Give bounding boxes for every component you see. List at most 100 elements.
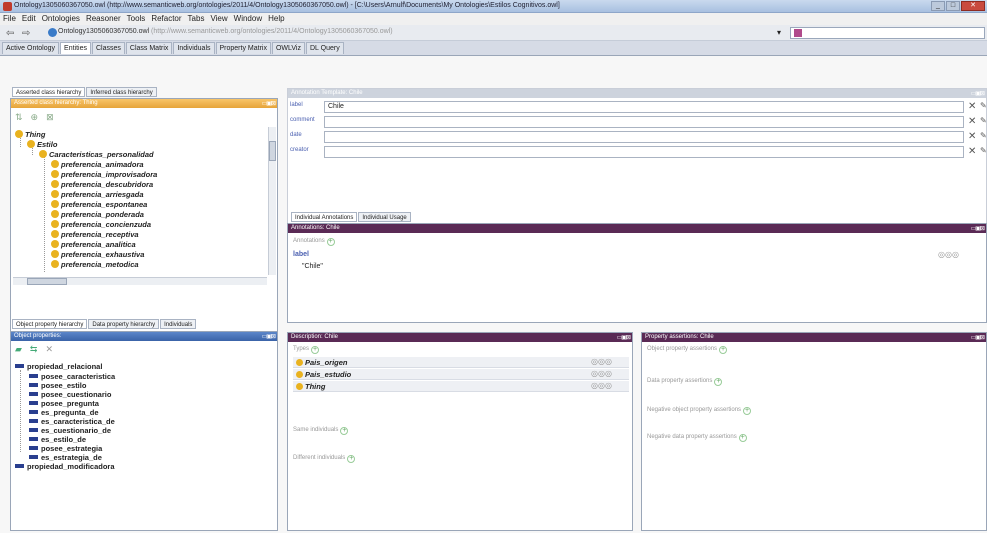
property-posee-estrategia[interactable]: posee_estrategia bbox=[29, 444, 102, 453]
tab-individual-annotations[interactable]: Individual Annotations bbox=[291, 212, 358, 222]
tab-classes[interactable]: Classes bbox=[92, 42, 125, 54]
property-posee-caracteristica[interactable]: posee_caracteristica bbox=[29, 372, 115, 381]
tab-object-property-hierarchy[interactable]: Object property hierarchy bbox=[12, 319, 88, 329]
scrollbar-thumb[interactable] bbox=[269, 141, 276, 161]
search-input[interactable] bbox=[790, 27, 985, 39]
add-sibling-property-icon[interactable]: ⇆ bbox=[30, 344, 38, 355]
tab-class-matrix[interactable]: Class Matrix bbox=[125, 42, 173, 54]
tab-individual-usage[interactable]: Individual Usage bbox=[358, 212, 411, 222]
add-data-assertion-icon[interactable]: + bbox=[714, 378, 723, 386]
class-preferencia-receptiva[interactable]: preferencia_receptiva bbox=[51, 230, 139, 239]
menu-edit[interactable]: Edit bbox=[22, 13, 36, 25]
tab-owlviz[interactable]: OWLViz bbox=[271, 42, 305, 54]
add-negative-data-assertion-icon[interactable]: + bbox=[738, 434, 747, 442]
scrollbar-thumb[interactable] bbox=[27, 278, 67, 285]
class-preferencia-analitica[interactable]: preferencia_analitica bbox=[51, 240, 136, 249]
panel-controls-icon[interactable]: ▭▣⊠ bbox=[617, 334, 631, 343]
panel-controls-icon[interactable]: ▭▣⊠ bbox=[971, 334, 985, 343]
annotation-creator-field[interactable] bbox=[324, 146, 964, 158]
menu-refactor[interactable]: Refactor bbox=[151, 13, 181, 25]
edit-annotation-icon[interactable]: ✎ bbox=[980, 116, 987, 125]
panel-controls-icon[interactable]: ▭▣⊠ bbox=[262, 333, 276, 342]
tab-inferred-class-hierarchy[interactable]: Inferred class hierarchy bbox=[86, 87, 157, 97]
property-propiedad-modificadora[interactable]: propiedad_modificadora bbox=[15, 462, 115, 471]
minimize-button[interactable]: _ bbox=[931, 1, 945, 11]
annotation-label-field[interactable]: Chile bbox=[324, 101, 964, 113]
menu-help[interactable]: Help bbox=[268, 13, 284, 25]
type-row[interactable]: Thing bbox=[293, 381, 629, 392]
edit-annotation-icon[interactable]: ✎ bbox=[980, 146, 987, 155]
forward-arrow-icon[interactable]: ⇨ bbox=[22, 28, 30, 39]
delete-annotation-icon[interactable]: ✕ bbox=[968, 116, 976, 127]
class-preferencia-concienzuda[interactable]: preferencia_concienzuda bbox=[51, 220, 151, 229]
type-row[interactable]: Pais_estudio bbox=[293, 369, 629, 380]
add-annotation-icon[interactable]: + bbox=[326, 238, 335, 246]
delete-annotation-icon[interactable]: ✕ bbox=[968, 101, 976, 112]
class-preferencia-animadora[interactable]: preferencia_animadora bbox=[51, 160, 144, 169]
property-posee-estilo[interactable]: posee_estilo bbox=[29, 381, 86, 390]
type-actions[interactable]: ◎◎◎ bbox=[591, 381, 612, 390]
menu-reasoner[interactable]: Reasoner bbox=[86, 13, 121, 25]
annotation-actions[interactable]: ◎◎◎ bbox=[938, 250, 959, 259]
class-preferencia-descubridora[interactable]: preferencia_descubridora bbox=[51, 180, 153, 189]
add-subproperty-icon[interactable]: ▰ bbox=[15, 344, 22, 355]
maximize-button[interactable]: □ bbox=[946, 1, 960, 11]
delete-class-icon[interactable]: ⊠ bbox=[46, 112, 54, 123]
annotation-comment-field[interactable] bbox=[324, 116, 964, 128]
class-preferencia-metodica[interactable]: preferencia_metodica bbox=[51, 260, 139, 269]
add-different-individual-icon[interactable]: + bbox=[347, 455, 356, 463]
class-tree-scrollbar[interactable] bbox=[268, 127, 276, 275]
class-thing[interactable]: Thing bbox=[15, 130, 45, 139]
edit-annotation-icon[interactable]: ✎ bbox=[980, 101, 987, 110]
annotation-date-field[interactable] bbox=[324, 131, 964, 143]
tab-property-matrix[interactable]: Property Matrix bbox=[215, 42, 271, 54]
property-es-caracteristica-de[interactable]: es_caracteristica_de bbox=[29, 417, 115, 426]
class-preferencia-exhaustiva[interactable]: preferencia_exhaustiva bbox=[51, 250, 144, 259]
class-estilo[interactable]: Estilo bbox=[27, 140, 57, 149]
add-subclass-icon[interactable]: ⇅ bbox=[15, 112, 23, 123]
back-arrow-icon[interactable]: ⇦ bbox=[6, 28, 14, 39]
property-posee-cuestionario[interactable]: posee_cuestionario bbox=[29, 390, 111, 399]
property-es-estilo-de[interactable]: es_estilo_de bbox=[29, 435, 86, 444]
add-negative-object-assertion-icon[interactable]: + bbox=[743, 407, 752, 415]
tab-dl-query[interactable]: DL Query bbox=[306, 42, 344, 54]
property-posee-pregunta[interactable]: posee_pregunta bbox=[29, 399, 99, 408]
menu-window[interactable]: Window bbox=[234, 13, 262, 25]
edit-annotation-icon[interactable]: ✎ bbox=[980, 131, 987, 140]
class-preferencia-ponderada[interactable]: preferencia_ponderada bbox=[51, 210, 144, 219]
close-button[interactable]: ✕ bbox=[961, 1, 985, 11]
class-tree-hscrollbar[interactable] bbox=[13, 277, 267, 285]
property-propiedad-relacional[interactable]: propiedad_relacional bbox=[15, 362, 102, 371]
delete-annotation-icon[interactable]: ✕ bbox=[968, 131, 976, 142]
class-preferencia-arriesgada[interactable]: preferencia_arriesgada bbox=[51, 190, 144, 199]
menu-file[interactable]: File bbox=[3, 13, 16, 25]
tab-active-ontology[interactable]: Active Ontology bbox=[2, 42, 60, 54]
add-sibling-icon[interactable]: ⊕ bbox=[31, 112, 39, 123]
type-row[interactable]: Pais_origen bbox=[293, 357, 629, 368]
tab-individuals[interactable]: Individuals bbox=[173, 42, 215, 54]
class-preferencia-improvisadora[interactable]: preferencia_improvisadora bbox=[51, 170, 157, 179]
tab-individuals-list[interactable]: Individuals bbox=[160, 319, 197, 329]
tab-asserted-class-hierarchy[interactable]: Asserted class hierarchy bbox=[12, 87, 86, 97]
delete-annotation-icon[interactable]: ✕ bbox=[968, 146, 976, 157]
menu-tabs[interactable]: Tabs bbox=[188, 13, 205, 25]
type-actions[interactable]: ◎◎◎ bbox=[591, 357, 612, 366]
menu-ontologies[interactable]: Ontologies bbox=[42, 13, 80, 25]
ontology-selector[interactable]: Ontology1305060367050.owl (http://www.se… bbox=[58, 28, 393, 35]
class-caracteristicas-personalidad[interactable]: Caracteristicas_personalidad bbox=[39, 150, 154, 159]
panel-controls-icon[interactable]: ▭▣⊠ bbox=[971, 225, 985, 234]
add-same-individual-icon[interactable]: + bbox=[340, 427, 349, 435]
chevron-down-icon[interactable]: ▾ bbox=[777, 28, 781, 37]
property-es-pregunta-de[interactable]: es_pregunta_de bbox=[29, 408, 99, 417]
delete-property-icon[interactable]: ✕ bbox=[45, 344, 53, 355]
property-es-estrategia-de[interactable]: es_estrategia_de bbox=[29, 453, 102, 462]
panel-controls-icon[interactable]: ▭▣⊠ bbox=[262, 100, 276, 109]
panel-controls-icon[interactable]: ▭▣⊠ bbox=[971, 90, 985, 99]
add-type-icon[interactable]: + bbox=[311, 346, 320, 354]
type-actions[interactable]: ◎◎◎ bbox=[591, 369, 612, 378]
menu-tools[interactable]: Tools bbox=[127, 13, 146, 25]
menu-view[interactable]: View bbox=[210, 13, 227, 25]
tab-data-property-hierarchy[interactable]: Data property hierarchy bbox=[88, 319, 160, 329]
tab-entities[interactable]: Entities bbox=[60, 42, 91, 54]
add-object-assertion-icon[interactable]: + bbox=[719, 346, 728, 354]
